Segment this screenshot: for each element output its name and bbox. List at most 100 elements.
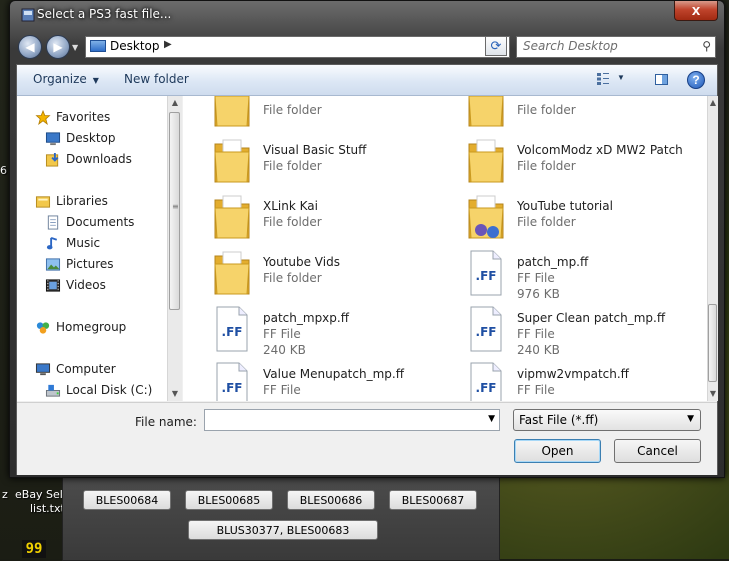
folder-icon [214,195,250,239]
folder-item[interactable]: Visual Basic Stuff File folder [211,134,461,188]
file-name: Value Menupatch_mp.ff [263,367,404,381]
cancel-button[interactable]: Cancel [614,439,701,463]
file-name: Youtube Vids [263,255,340,269]
media-folder-icon [468,195,504,239]
libraries-icon [35,196,51,208]
sidebar-item-documents[interactable]: Documents [17,214,169,232]
documents-icon [47,215,59,230]
address-bar[interactable]: Desktop ▶ ▼ [85,36,510,58]
bles00684-button[interactable]: BLES00684 [83,490,171,510]
dialog-bottom-area: File name: ▼ Fast File (*.ff) ▼ Open Can… [17,402,717,475]
search-box[interactable]: ⚲ [516,36,716,58]
file-item[interactable]: .FF vipmw2vmpatch.ff FF File 240 KB [465,358,707,401]
file-type: File folder [263,159,322,173]
dialog-client-area: Organize ▼ New folder ▼ ? Favorites Desk… [16,64,718,475]
breadcrumb-arrow-icon[interactable]: ▶ [164,39,172,50]
navigation-pane: Favorites Desktop Downloads Libraries Do… [17,96,169,401]
sidebar-item-desktop[interactable]: Desktop [17,130,169,148]
blus30377-button[interactable]: BLUS30377, BLES00683 [188,520,378,540]
file-name-combobox[interactable]: ▼ [204,409,500,431]
preview-pane-icon [655,74,668,85]
file-name: XLink Kai [263,199,318,213]
sidebar-item-label: Libraries [56,194,108,208]
desktop-folder-icon [90,40,106,52]
organize-button[interactable]: Organize ▼ [33,72,99,86]
file-name: VolcomModz xD MW2 Patch [517,143,683,157]
forward-button[interactable]: ▶ [46,35,70,59]
sidebar-item-music[interactable]: Music [17,235,169,253]
homegroup-icon [36,322,50,334]
grip-icon: ≡ [172,202,179,211]
file-list-scrollbar[interactable]: ▲ ▼ [707,96,718,401]
file-open-dialog: Select a PS3 fast file... x ◀ ▶ ▼ Deskto… [9,0,725,478]
file-item[interactable]: .FF patch_mp.ff FF File 976 KB [465,246,707,301]
file-item[interactable]: .FF patch_mpxp.ff FF File 240 KB [211,302,461,357]
file-item[interactable]: .FF Value Menupatch_mp.ff FF File 1.00 MB [211,358,461,401]
folder-item[interactable]: File folder [465,96,707,132]
refresh-button[interactable]: ⟳ [485,36,507,56]
desktop-icon-label-list[interactable]: list.txt [30,502,65,515]
sidebar-item-label: Music [66,236,101,250]
folder-item[interactable]: Youtube Vids File folder [211,246,461,300]
navigation-scrollbar[interactable]: ▲ ≡ ▼ [167,96,182,401]
bles00685-button[interactable]: BLES00685 [185,490,273,510]
scroll-up-icon[interactable]: ▲ [168,96,182,110]
scroll-down-icon[interactable]: ▼ [168,387,182,401]
organize-label: Organize [33,72,87,86]
bles00687-button[interactable]: BLES00687 [389,490,477,510]
change-view-button[interactable]: ▼ [595,71,629,89]
counter-badge: 99 [22,540,46,558]
help-button[interactable]: ? [687,71,705,89]
close-button[interactable]: x [674,1,718,21]
file-type-select[interactable]: Fast File (*.ff) ▼ [513,409,701,431]
file-size: 240 KB [517,343,560,357]
recent-locations-dropdown-icon[interactable]: ▼ [72,43,82,53]
bles00686-button[interactable]: BLES00686 [287,490,375,510]
sidebar-item-libraries[interactable]: Libraries [17,193,169,211]
scroll-down-icon[interactable]: ▼ [708,387,718,401]
preview-pane-button[interactable] [653,71,671,89]
file-name-input[interactable] [207,412,477,428]
file-name-label: File name: [135,415,197,429]
navigation-scrollbar-thumb[interactable]: ≡ [169,112,180,310]
sidebar-item-label: Computer [56,362,116,376]
sidebar-item-label: Videos [66,278,106,292]
address-crumb-desktop[interactable]: Desktop [110,39,160,53]
file-type: File folder [263,271,322,285]
folder-item[interactable]: File folder [211,96,461,132]
file-list-scrollbar-thumb[interactable] [708,304,717,382]
videos-icon [45,279,61,292]
folder-item[interactable]: YouTube tutorial File folder [465,190,707,244]
sidebar-item-homegroup[interactable]: Homegroup [17,319,169,337]
sidebar-item-computer[interactable]: Computer [17,361,169,379]
app-icon [21,8,35,22]
disk-icon [45,384,61,397]
folder-icon [214,139,250,183]
file-name-dropdown-icon[interactable]: ▼ [488,414,495,424]
sidebar-item-local-disk[interactable]: Local Disk (C:) [17,382,169,400]
back-button[interactable]: ◀ [18,35,42,59]
search-input[interactable] [517,37,693,55]
sidebar-item-videos[interactable]: Videos [17,277,169,295]
sidebar-item-label: Local Disk (C:) [66,383,153,397]
sidebar-item-pictures[interactable]: Pictures [17,256,169,274]
sidebar-item-favorites[interactable]: Favorites [17,109,169,127]
folder-icon [468,139,504,183]
desktop-icon [45,132,61,146]
open-button[interactable]: Open [514,439,601,463]
search-icon[interactable]: ⚲ [702,39,711,53]
file-name: YouTube tutorial [517,199,613,213]
desktop-icon-label-ebay[interactable]: eBay Sell [15,488,66,501]
scroll-up-icon[interactable]: ▲ [708,96,718,110]
folder-item[interactable]: VolcomModz xD MW2 Patch File folder [465,134,707,188]
folder-item[interactable]: XLink Kai File folder [211,190,461,244]
file-type: FF File [517,383,555,397]
file-type: FF File [263,383,301,397]
file-type: File folder [263,103,322,117]
sidebar-item-downloads[interactable]: Downloads [17,151,169,169]
file-name: Super Clean patch_mp.ff [517,311,666,325]
file-item[interactable]: .FF Super Clean patch_mp.ff FF File 240 KB [465,302,707,357]
file-type-dropdown-icon[interactable]: ▼ [687,414,694,424]
new-folder-button[interactable]: New folder [124,72,189,86]
file-size: 976 KB [517,287,560,301]
